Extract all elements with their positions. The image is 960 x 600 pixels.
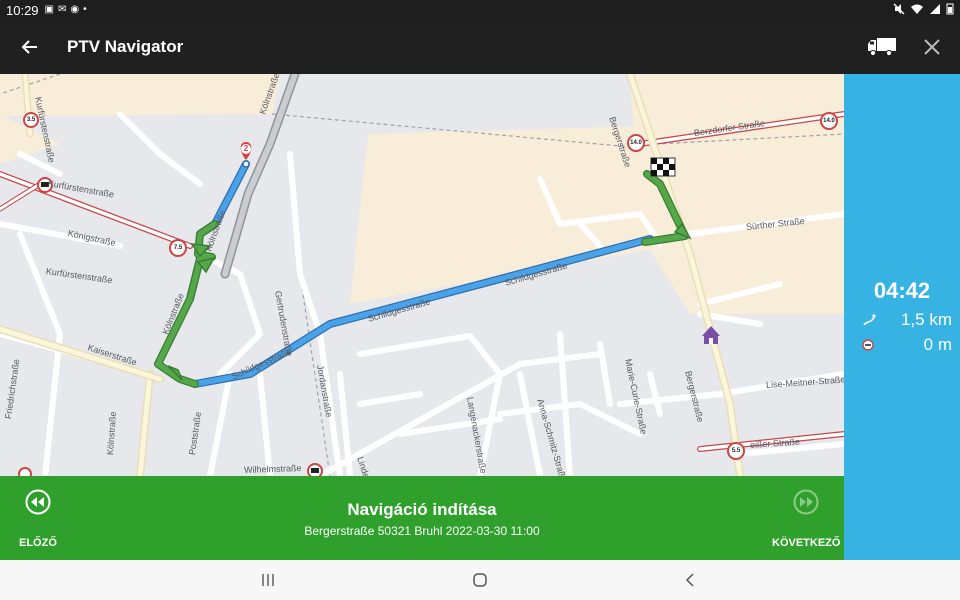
remaining-distance: 1,5 km [900, 310, 952, 329]
truck-icon [868, 38, 896, 57]
destination-flag-icon[interactable] [650, 157, 676, 177]
system-navigation-bar [0, 560, 960, 600]
toll-distance: 0 m [923, 335, 952, 354]
wifi-icon [911, 4, 923, 14]
mute-icon [893, 3, 905, 15]
chevron-left-icon [685, 573, 694, 587]
messenger-icon: ◉ [70, 4, 80, 15]
distance-row: 1,5 km [862, 310, 952, 330]
toll-road-icon [862, 339, 874, 351]
no-entry-icon [18, 467, 32, 476]
route-distance-icon [863, 314, 876, 326]
next-button[interactable] [792, 488, 820, 516]
close-icon [924, 39, 940, 55]
close-button[interactable] [914, 29, 950, 65]
street-label: Wilhelmstraße [243, 462, 302, 475]
next-label[interactable]: KÖVETKEZŐ [772, 537, 840, 549]
recent-apps-button[interactable] [258, 570, 278, 590]
weight-limit-sign: 14.0 [627, 134, 645, 152]
route-map[interactable]: 3.5 14.0 14.0 7.5 5.5 2 Kurfürstenstraße… [0, 74, 844, 476]
destination-address: Bergerstraße 50321 Bruhl 2022-03-30 11:0… [304, 524, 540, 538]
fast-forward-icon [793, 489, 819, 515]
toll-row: 0 m [862, 335, 952, 355]
signal-icon [930, 4, 940, 14]
eta-time: 04:42 [873, 278, 931, 303]
battery-icon [946, 3, 954, 15]
navigator-screen: 10:29 ▣ ✉ ◉ • PTV Navigator 3.5 14.0 14.… [0, 0, 960, 600]
previous-label[interactable]: ELŐZŐ [19, 537, 57, 549]
dot-icon: • [83, 4, 87, 15]
mail-icon: ✉ [58, 4, 67, 15]
route-info-panel: 04:42 1,5 km 0 m [844, 74, 960, 560]
start-navigation-title[interactable]: Navigáció indítása [0, 500, 844, 520]
status-bar: 10:29 ▣ ✉ ◉ • [0, 0, 960, 20]
arrow-left-icon [21, 40, 37, 54]
weight-limit-sign: 5.5 [727, 442, 745, 460]
waypoint-number: 2 [243, 144, 249, 153]
app-bar: PTV Navigator [0, 20, 960, 74]
page-title: PTV Navigator [67, 37, 184, 56]
weight-limit-sign: 14.0 [820, 112, 838, 130]
image-icon: ▣ [44, 4, 54, 15]
vehicle-profile-button[interactable] [864, 29, 900, 65]
status-icons [893, 3, 954, 15]
back-button[interactable] [0, 20, 60, 74]
status-time: 10:29 [6, 2, 39, 18]
home-button[interactable] [470, 570, 490, 590]
truck-restriction-icon-2 [307, 463, 323, 476]
start-navigation-bar[interactable]: ELŐZŐ Navigáció indítása Bergerstraße 50… [0, 476, 844, 560]
home-icon [473, 573, 487, 587]
system-back-button[interactable] [680, 570, 700, 590]
weight-limit-sign: 7.5 [169, 239, 187, 257]
app-actions [864, 20, 950, 74]
recent-apps-icon [262, 574, 274, 586]
